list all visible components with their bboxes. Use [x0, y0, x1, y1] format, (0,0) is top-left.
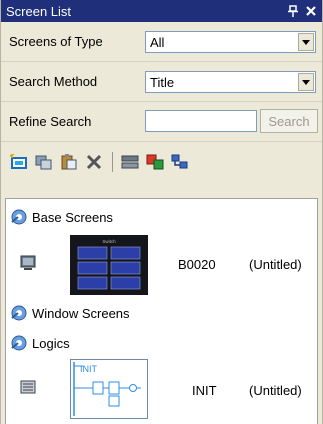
- screen-thumbnail: Switch: [70, 235, 148, 295]
- tree-group-logics[interactable]: Logics: [10, 333, 70, 353]
- gear-icon: [11, 335, 27, 351]
- screen-tree[interactable]: Base Screens Switch B0020 (Untitled) Win…: [5, 198, 318, 424]
- screen-list-panel: Screen List Screens of Type All Search M…: [0, 0, 323, 424]
- tree-group-window-screens[interactable]: Window Screens: [10, 303, 130, 323]
- refine-search-input[interactable]: [145, 110, 257, 132]
- toolbar-separator: [112, 152, 113, 172]
- gear-icon: [11, 209, 27, 225]
- logics-label: Logics: [32, 335, 70, 351]
- duplicate-icon[interactable]: [34, 152, 54, 172]
- delete-icon[interactable]: [84, 152, 104, 172]
- screens-of-type-value: All: [150, 35, 165, 50]
- properties-icon[interactable]: [120, 152, 140, 172]
- refine-search-row: Refine Search Search: [1, 102, 322, 142]
- screen-name: B0020: [178, 257, 216, 272]
- search-method-select[interactable]: Title: [145, 71, 316, 93]
- gear-icon: [11, 305, 27, 321]
- base-screens-label: Base Screens: [32, 209, 113, 225]
- window-screens-label: Window Screens: [32, 305, 130, 321]
- pin-icon[interactable]: [286, 3, 300, 19]
- logic-program-icon: [20, 380, 36, 394]
- refine-search-label: Refine Search: [9, 114, 92, 129]
- screens-of-type-row: Screens of Type All: [1, 22, 322, 62]
- screen-title: (Untitled): [249, 257, 302, 272]
- svg-text:INIT: INIT: [80, 364, 98, 374]
- new-screen-icon[interactable]: [9, 152, 29, 172]
- logic-title: (Untitled): [249, 383, 302, 398]
- search-method-row: Search Method Title: [1, 62, 322, 102]
- search-method-label: Search Method: [9, 74, 98, 89]
- tree-entry-init[interactable]: INIT INIT (Untitled): [6, 357, 317, 424]
- import-icon[interactable]: [145, 152, 165, 172]
- chevron-down-icon[interactable]: [298, 73, 314, 91]
- search-button[interactable]: Search: [260, 109, 318, 133]
- screen-icon: [20, 255, 36, 270]
- search-method-value: Title: [150, 75, 175, 90]
- panel-titlebar: Screen List: [1, 0, 322, 22]
- export-icon[interactable]: [170, 152, 190, 172]
- paste-icon[interactable]: [59, 152, 79, 172]
- chevron-down-icon[interactable]: [298, 33, 314, 51]
- tree-group-base-screens[interactable]: Base Screens: [10, 207, 113, 227]
- panel-title: Screen List: [6, 3, 72, 19]
- screens-of-type-label: Screens of Type: [9, 34, 103, 49]
- logic-name: INIT: [192, 383, 217, 398]
- logic-thumbnail: INIT: [70, 359, 148, 419]
- tree-entry-b0020[interactable]: Switch B0020 (Untitled): [6, 231, 317, 301]
- screen-toolbar: [1, 146, 322, 178]
- close-icon[interactable]: [304, 3, 318, 19]
- screens-of-type-select[interactable]: All: [145, 31, 316, 53]
- svg-text:Switch: Switch: [102, 239, 116, 244]
